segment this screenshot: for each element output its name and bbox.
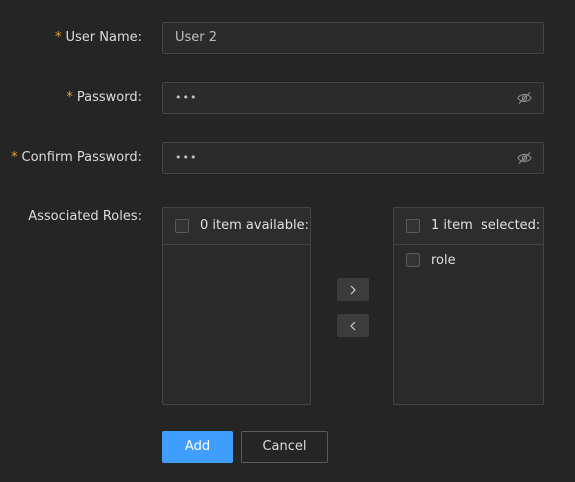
eye-off-icon[interactable] xyxy=(517,151,532,165)
available-roles-header: 0 item available: xyxy=(163,208,310,245)
list-item[interactable]: role xyxy=(394,245,543,277)
available-count-text: 0 item available: xyxy=(200,218,309,233)
move-right-button[interactable] xyxy=(337,278,369,301)
required-mark: * xyxy=(66,90,73,105)
chevron-right-icon xyxy=(350,285,356,294)
move-left-button[interactable] xyxy=(337,314,369,337)
confirm-password-input[interactable]: ••• xyxy=(162,142,544,174)
selected-select-all-checkbox[interactable] xyxy=(406,219,420,233)
selected-count-text: 1 item selected: xyxy=(431,218,541,233)
chevron-left-icon xyxy=(350,321,356,330)
available-select-all-checkbox[interactable] xyxy=(175,219,189,233)
selected-roles-list: role xyxy=(394,245,543,277)
available-roles-panel: 0 item available: xyxy=(162,207,311,405)
role-checkbox[interactable] xyxy=(406,253,420,267)
selected-roles-header: 1 item selected: xyxy=(394,208,543,245)
eye-off-icon[interactable] xyxy=(517,91,532,105)
confirm-password-label: * Confirm Password: xyxy=(11,150,142,165)
confirm-password-value: ••• xyxy=(175,151,198,164)
selected-roles-panel: 1 item selected: role xyxy=(393,207,544,405)
username-input[interactable]: User 2 xyxy=(162,22,544,54)
roles-label: Associated Roles: xyxy=(28,209,142,224)
required-mark: * xyxy=(54,30,62,45)
add-button[interactable]: Add xyxy=(162,431,233,463)
role-label: role xyxy=(431,253,456,268)
username-label: * User Name: xyxy=(54,30,142,45)
password-value: ••• xyxy=(175,91,198,104)
cancel-button[interactable]: Cancel xyxy=(241,431,328,463)
username-value: User 2 xyxy=(175,30,218,45)
required-mark: * xyxy=(11,150,18,165)
password-label: * Password: xyxy=(66,90,142,105)
password-input[interactable]: ••• xyxy=(162,82,544,114)
